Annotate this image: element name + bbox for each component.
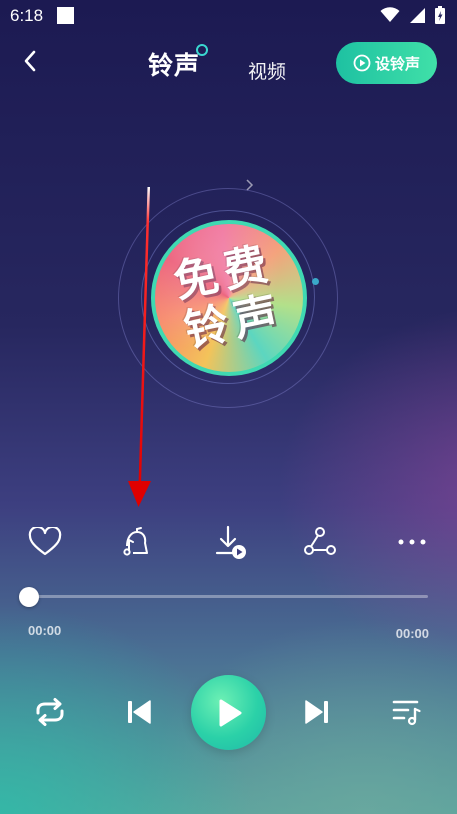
favorite-button[interactable] (25, 522, 65, 562)
header: 铃声 视频 设铃声 (0, 32, 457, 92)
current-time: 00:00 (28, 623, 62, 638)
share-button[interactable] (300, 522, 340, 562)
set-ringtone-label: 设铃声 (374, 54, 420, 73)
progress-track[interactable] (28, 595, 428, 598)
disc-orbit-dot (312, 278, 319, 285)
set-ringtone-button[interactable]: 设铃声 (336, 42, 437, 84)
more-dots-icon (398, 539, 426, 545)
next-button[interactable] (300, 696, 334, 728)
playback-controls (0, 672, 457, 752)
annotation-arrow-icon (128, 187, 151, 507)
status-time: 6:18 (10, 6, 44, 25)
previous-button[interactable] (122, 696, 156, 728)
status-icons (380, 6, 445, 24)
cover-text: 免费 铃声 (155, 224, 303, 372)
ringtone-tool-button[interactable] (116, 522, 156, 562)
more-button[interactable] (392, 522, 432, 562)
wifi-icon (380, 7, 400, 22)
bell-music-icon (123, 527, 148, 556)
tab-video[interactable]: 视频 (248, 57, 286, 84)
cover-line-1: 免费 (169, 237, 278, 309)
progress-thumb[interactable] (19, 587, 39, 607)
tab-ringtone[interactable]: 铃声 (148, 46, 200, 82)
download-button[interactable] (210, 522, 250, 562)
cell-signal-icon (410, 7, 425, 23)
next-icon (305, 700, 328, 724)
play-button[interactable] (191, 675, 266, 750)
cover-line-2: 铃声 (179, 286, 289, 358)
previous-icon (128, 700, 151, 724)
status-bar: 6:18 (0, 0, 457, 32)
action-row (0, 522, 457, 566)
progress-area: 00:00 00:00 (0, 585, 457, 655)
notification-square-icon (57, 7, 74, 24)
repeat-icon (36, 698, 64, 726)
playlist-button[interactable] (388, 694, 426, 730)
chevron-left-icon (24, 50, 36, 72)
battery-icon (435, 6, 445, 24)
play-icon (219, 699, 241, 726)
repeat-button[interactable] (30, 694, 70, 730)
playlist-icon (392, 700, 421, 726)
back-button[interactable] (18, 48, 44, 74)
heart-icon (28, 527, 62, 556)
album-disc: 免费 铃声 (0, 170, 457, 410)
album-cover[interactable]: 免费 铃声 (151, 220, 307, 376)
tab-active-indicator (196, 44, 208, 56)
share-icon (304, 527, 336, 555)
play-circle-icon (353, 54, 371, 72)
total-time: 00:00 (395, 626, 429, 641)
download-play-icon (215, 525, 246, 559)
